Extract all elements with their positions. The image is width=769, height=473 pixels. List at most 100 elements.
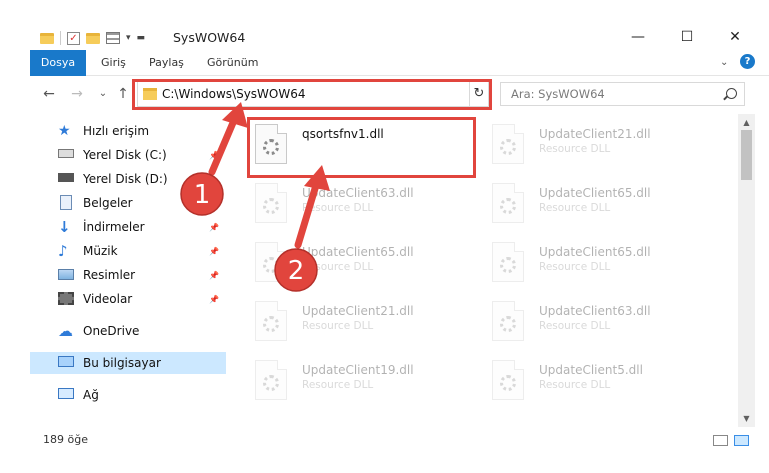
sidebar-item-network[interactable]: Ağ: [30, 384, 226, 406]
file-name: UpdateClient19.dll: [302, 363, 414, 377]
sidebar-item-label: İndirmeler: [83, 220, 145, 234]
sidebar-item-label: Ağ: [83, 388, 99, 402]
search-input[interactable]: Ara: SysWOW64: [500, 82, 745, 106]
gear-icon: [500, 316, 516, 332]
scroll-down-icon[interactable]: ▼: [738, 410, 755, 427]
gear-icon: [263, 316, 279, 332]
sidebar-item-music[interactable]: ♪ Müzik 📌: [30, 240, 226, 262]
sidebar-item-label: Bu bilgisayar: [83, 356, 161, 370]
file-tile[interactable]: UpdateClient21.dll Resource DLL: [255, 298, 485, 348]
dll-file-icon: [255, 183, 287, 223]
details-view-icon[interactable]: [713, 435, 728, 446]
dll-file-icon: [255, 301, 287, 341]
gear-icon: [500, 257, 516, 273]
expand-ribbon-icon[interactable]: ⌄: [720, 54, 728, 72]
star-icon: ★: [58, 123, 71, 139]
file-name: UpdateClient63.dll: [539, 304, 651, 318]
dll-file-icon: [492, 183, 524, 223]
recent-locations-button[interactable]: ⌄: [94, 88, 112, 99]
file-tile[interactable]: UpdateClient65.dll Resource DLL: [255, 239, 485, 289]
file-type: Resource DLL: [539, 320, 611, 332]
sidebar-item-documents[interactable]: Belgeler: [30, 192, 226, 214]
download-icon: ↓: [58, 218, 71, 236]
title-bar: ✓ ▾ ▬ SysWOW64 — ☐ ✕: [0, 0, 769, 50]
folder-icon: [40, 32, 54, 44]
document-icon: [60, 195, 72, 210]
search-icon[interactable]: [726, 88, 737, 99]
properties-check-icon[interactable]: ✓: [67, 31, 80, 45]
sidebar-item-label: Hızlı erişim: [83, 124, 150, 138]
sidebar-item-label: Belgeler: [83, 196, 133, 210]
pin-icon[interactable]: 📌: [209, 247, 219, 256]
sidebar-item-label: Yerel Disk (C:): [83, 148, 167, 162]
sidebar-item-label: OneDrive: [83, 324, 140, 338]
minimize-button[interactable]: —: [615, 24, 661, 50]
file-tile[interactable]: UpdateClient63.dll Resource DLL: [255, 180, 485, 230]
sidebar-item-this-pc[interactable]: Bu bilgisayar: [30, 352, 226, 374]
scroll-thumb[interactable]: [741, 130, 752, 180]
tab-share[interactable]: Paylaş: [140, 50, 193, 76]
address-highlight: [132, 79, 492, 110]
sidebar-item-local-disk-d[interactable]: Yerel Disk (D:): [30, 168, 226, 190]
file-tile[interactable]: UpdateClient65.dll Resource DLL: [492, 239, 722, 289]
search-placeholder: Ara: SysWOW64: [511, 87, 605, 101]
file-type: Resource DLL: [302, 202, 374, 214]
pin-icon[interactable]: 📌: [209, 223, 219, 232]
window-title: SysWOW64: [173, 30, 246, 45]
sidebar-item-pictures[interactable]: Resimler 📌: [30, 264, 226, 286]
dll-file-icon: [255, 360, 287, 400]
sidebar-item-label: Videolar: [83, 292, 133, 306]
computer-icon: [58, 356, 74, 367]
file-type: Resource DLL: [302, 320, 374, 332]
file-name: UpdateClient63.dll: [302, 186, 414, 200]
properties-icon[interactable]: [106, 32, 120, 44]
navigation-pane: ★ Hızlı erişim Yerel Disk (C:) 📌 Yerel D…: [30, 114, 226, 427]
help-icon[interactable]: ?: [740, 54, 755, 69]
item-count: 189 öğe: [43, 433, 88, 446]
sidebar-item-quick-access[interactable]: ★ Hızlı erişim: [30, 120, 226, 142]
file-tile[interactable]: UpdateClient63.dll Resource DLL: [492, 298, 722, 348]
sidebar-item-downloads[interactable]: ↓ İndirmeler 📌: [30, 216, 226, 238]
drive-icon: [58, 149, 74, 158]
gear-icon: [500, 139, 516, 155]
close-button[interactable]: ✕: [712, 24, 758, 50]
sidebar-item-local-disk-c[interactable]: Yerel Disk (C:) 📌: [30, 144, 226, 166]
dll-file-icon: [492, 242, 524, 282]
tiles-view-icon[interactable]: [734, 435, 749, 446]
vertical-scrollbar[interactable]: ▲ ▼: [738, 114, 755, 427]
tab-home[interactable]: Giriş: [92, 50, 135, 76]
sidebar-item-videos[interactable]: Videolar 📌: [30, 288, 226, 310]
file-tile[interactable]: UpdateClient5.dll Resource DLL: [492, 357, 722, 407]
customize-toolbar-icon[interactable]: ▾: [126, 33, 131, 43]
file-tile[interactable]: UpdateClient19.dll Resource DLL: [255, 357, 485, 407]
toolbar-menu-icon[interactable]: ▬: [137, 33, 146, 43]
tab-view[interactable]: Görünüm: [198, 50, 267, 76]
file-type: Resource DLL: [539, 379, 611, 391]
file-type: Resource DLL: [539, 202, 611, 214]
back-button[interactable]: ←: [40, 86, 58, 102]
gear-icon: [500, 375, 516, 391]
file-name: UpdateClient21.dll: [539, 127, 651, 141]
status-bar: 189 öğe: [30, 427, 769, 453]
file-name: UpdateClient65.dll: [539, 245, 651, 259]
gear-icon: [500, 198, 516, 214]
maximize-button[interactable]: ☐: [664, 24, 710, 50]
forward-button[interactable]: →: [68, 86, 86, 102]
new-folder-icon[interactable]: [86, 32, 100, 44]
sidebar-item-label: Müzik: [83, 244, 118, 258]
pin-icon: 📌: [209, 150, 219, 160]
file-tile[interactable]: UpdateClient65.dll Resource DLL: [492, 180, 722, 230]
pin-icon[interactable]: 📌: [209, 295, 219, 304]
video-icon: [58, 292, 74, 305]
pin-icon[interactable]: 📌: [209, 271, 219, 280]
sidebar-item-label: Resimler: [83, 268, 136, 282]
network-icon: [58, 388, 74, 399]
sidebar-item-onedrive[interactable]: ☁ OneDrive: [30, 320, 226, 342]
scroll-up-icon[interactable]: ▲: [738, 114, 755, 131]
tab-file[interactable]: Dosya: [30, 50, 86, 76]
quick-access-toolbar: ✓ ▾ ▬: [40, 28, 145, 48]
file-tile[interactable]: UpdateClient21.dll Resource DLL: [492, 121, 722, 171]
up-button[interactable]: ↑: [114, 86, 132, 102]
sidebar-item-label: Yerel Disk (D:): [83, 172, 168, 186]
file-highlight: [247, 117, 476, 178]
